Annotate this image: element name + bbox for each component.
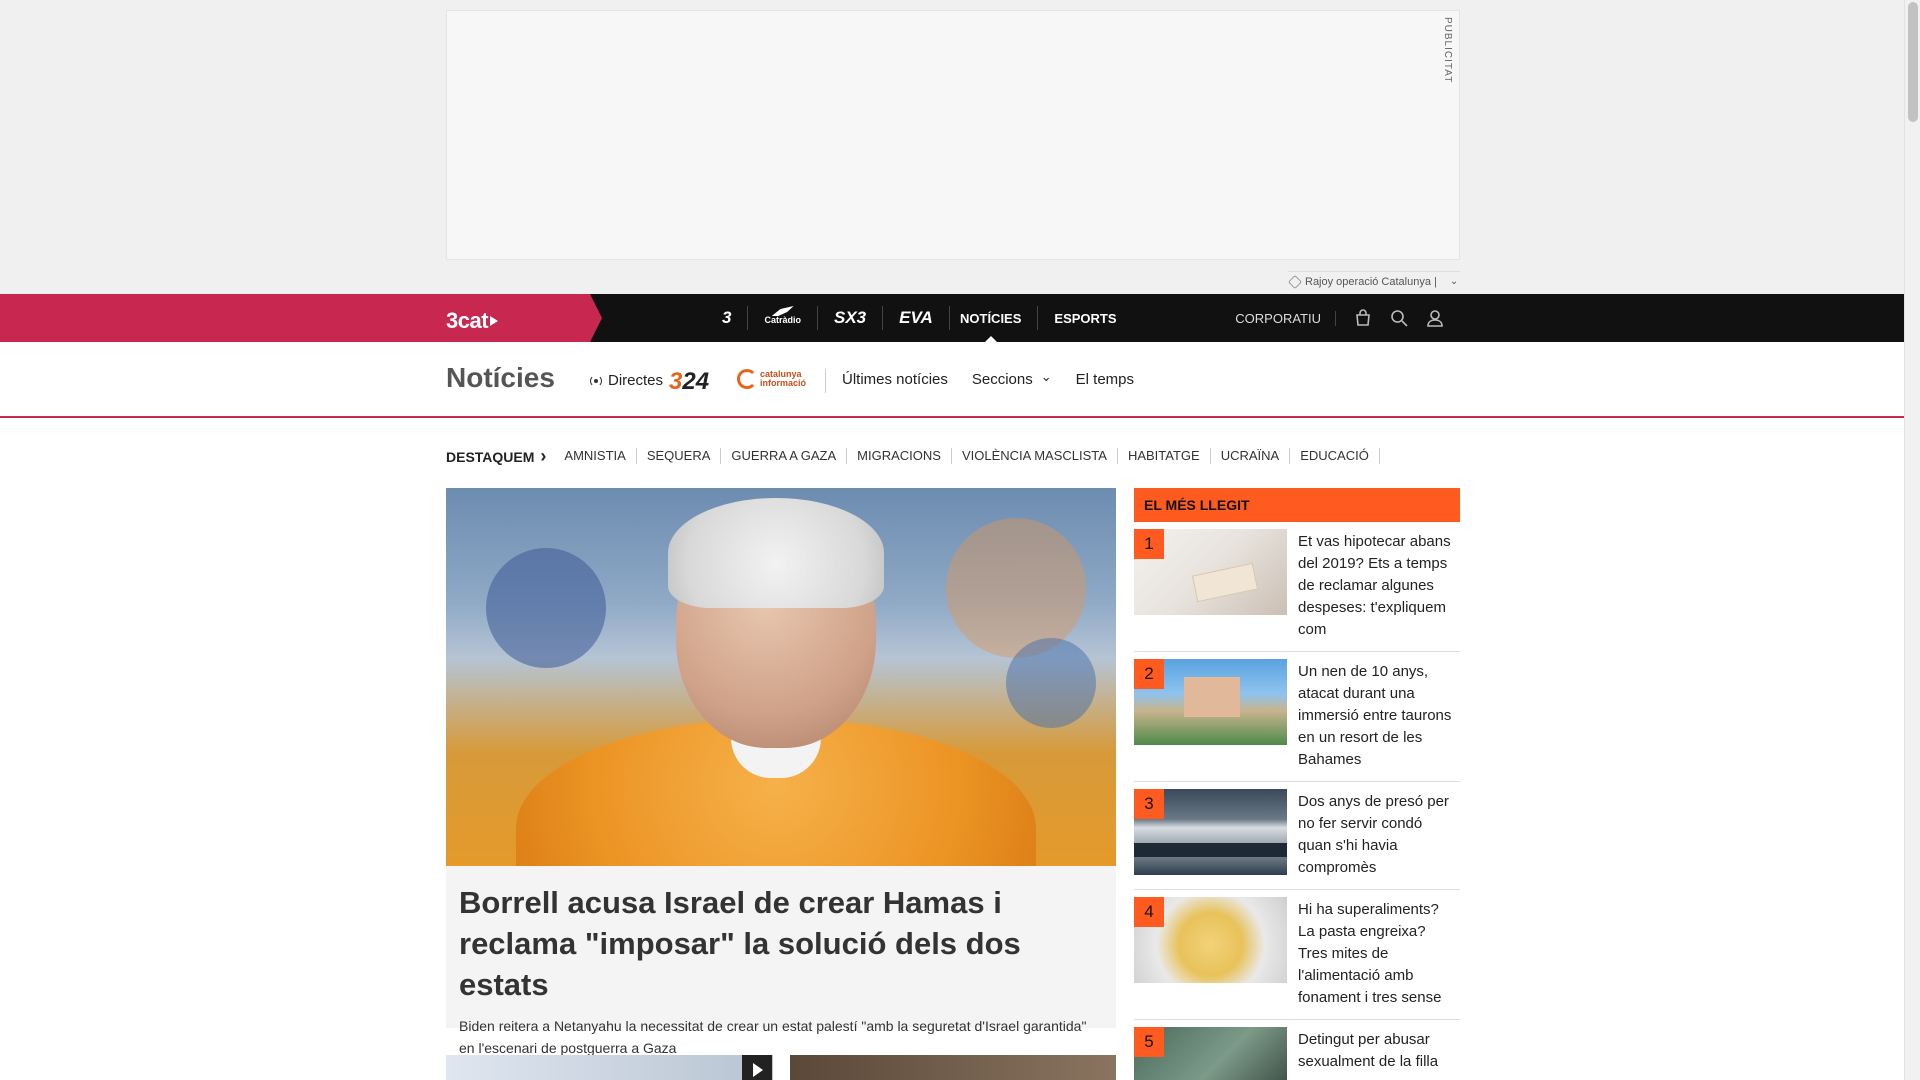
topic-educacio[interactable]: EDUCACIÓ	[1290, 448, 1380, 464]
topic-sequera[interactable]: SEQUERA	[637, 448, 722, 464]
image-bokeh	[486, 548, 606, 668]
most-read: EL MÉS LLEGIT 1 Et vas hipotecar abans d…	[1134, 488, 1460, 1080]
page-title[interactable]: Notícies	[446, 362, 555, 394]
rank-badge: 3	[1134, 789, 1164, 819]
main-links: NOTÍCIES ESPORTS	[944, 294, 1133, 342]
ci-logo-icon	[737, 369, 757, 389]
image-bokeh	[946, 518, 1086, 658]
page-scrollbar[interactable]	[1904, 0, 1920, 1080]
user-icon[interactable]	[1426, 309, 1444, 327]
list-item[interactable]: 4 Hi ha superaliments? La pasta engreixa…	[1134, 890, 1460, 1020]
324-logo-prefix: 3	[669, 368, 683, 395]
topic-habitatge[interactable]: HABITATGE	[1118, 448, 1211, 464]
item-title[interactable]: Dos anys de presó per no fer servir cond…	[1298, 789, 1460, 879]
item-title[interactable]: Hi ha superaliments? La pasta engreixa? …	[1298, 897, 1460, 1009]
channel-tv3[interactable]: 3	[706, 306, 749, 330]
nav-noticies[interactable]: NOTÍCIES	[944, 306, 1037, 342]
topic-violencia-masclista[interactable]: VIOLÈNCIA MASCLISTA	[952, 448, 1118, 464]
ad-label: PUBLICITAT	[1442, 17, 1453, 84]
utility-links: CORPORATIU	[1235, 294, 1444, 342]
play-icon[interactable]	[742, 1055, 772, 1080]
324-logo-suffix: 24	[682, 368, 710, 395]
rank-badge: 2	[1134, 659, 1164, 689]
article-thumbnail[interactable]	[790, 1055, 1116, 1080]
3cat-logo-text: 3cat	[446, 308, 489, 333]
channel-eva[interactable]: EVA	[883, 306, 950, 330]
ad-band: PUBLICITAT Rajoy operació Catalunya | ⌄	[0, 0, 1904, 294]
live-icon	[590, 374, 602, 387]
image-hair	[668, 498, 884, 608]
item-image[interactable]: 5	[1134, 1027, 1287, 1080]
list-item[interactable]: 5 Detingut per abusar sexualment de la f…	[1134, 1020, 1460, 1080]
3cat-logo[interactable]: 3cat	[446, 308, 504, 334]
topic-guerra-gaza[interactable]: GUERRA A GAZA	[721, 448, 848, 464]
list-item[interactable]: 3 Dos anys de presó per no fer servir co…	[1134, 782, 1460, 890]
chevron-down-icon[interactable]: ⌄	[1450, 276, 1458, 287]
search-icon[interactable]	[1390, 309, 1408, 327]
catalunya-informacio-logo[interactable]: catalunya informació	[737, 369, 806, 389]
channel-catradio-label: Catràdio	[764, 315, 801, 325]
item-title[interactable]: Et vas hipotecar abans del 2019? Ets a t…	[1298, 529, 1460, 641]
rank-badge: 1	[1134, 529, 1164, 559]
ad-suggestion-text: Rajoy operació Catalunya |	[1305, 275, 1437, 288]
article-thumbnail[interactable]	[446, 1055, 773, 1080]
link-ultimes-noticies[interactable]: Últimes notícies	[842, 371, 948, 388]
item-image[interactable]: 4	[1134, 897, 1287, 983]
most-read-title: EL MÉS LLEGIT	[1134, 488, 1460, 522]
destaquem-bar: DESTAQUEM AMNISTIA SEQUERA GUERRA A GAZA…	[446, 446, 1380, 466]
topic-ucraina[interactable]: UCRAÏNA	[1211, 448, 1291, 464]
topic-amnistia[interactable]: AMNISTIA	[554, 448, 637, 464]
lead-summary: Biden reitera a Netanyahu la necessitat …	[459, 1018, 1087, 1056]
nav-esports[interactable]: ESPORTS	[1037, 306, 1132, 330]
324-logo[interactable]: 3 24	[669, 368, 709, 396]
arrow-icon	[490, 316, 504, 326]
link-el-temps[interactable]: El temps	[1076, 371, 1134, 388]
destaquem-label[interactable]: DESTAQUEM	[446, 446, 546, 467]
item-image[interactable]: 2	[1134, 659, 1287, 745]
brand-block	[0, 294, 602, 342]
lead-article[interactable]: Borrell acusa Israel de crear Hamas i re…	[446, 488, 1116, 1056]
ci-logo-line2: informació	[760, 378, 807, 388]
top-navigation: 3cat 3 Catràdio SX3 EVA NOTÍCIES ESPORTS…	[0, 294, 1904, 342]
list-item[interactable]: 1 Et vas hipotecar abans del 2019? Ets a…	[1134, 522, 1460, 652]
divider	[825, 369, 826, 393]
scrollbar-thumb[interactable]	[1908, 2, 1918, 122]
section-header: Notícies Directes 3 24 catalunya informa…	[0, 342, 1904, 418]
shop-icon[interactable]	[1354, 309, 1372, 327]
channel-catradio[interactable]: Catràdio	[748, 306, 818, 330]
rank-badge: 4	[1134, 897, 1164, 927]
item-image[interactable]: 3	[1134, 789, 1287, 875]
section-links: Últimes notícies Seccions El temps	[842, 371, 1134, 388]
lead-image[interactable]	[446, 488, 1116, 866]
rank-badge: 5	[1134, 1027, 1164, 1057]
item-title[interactable]: Un nen de 10 anys, atacat durant una imm…	[1298, 659, 1460, 771]
directes-label: Directes	[608, 372, 664, 389]
lead-headline[interactable]: Borrell acusa Israel de crear Hamas i re…	[446, 866, 1116, 1005]
nav-corporatiu[interactable]: CORPORATIU	[1235, 310, 1336, 326]
channel-sx3[interactable]: SX3	[818, 306, 884, 330]
ad-banner[interactable]: PUBLICITAT	[446, 10, 1460, 260]
channel-list: 3 Catràdio SX3 EVA	[706, 294, 950, 342]
directes-link[interactable]: Directes	[590, 372, 663, 389]
item-title[interactable]: Detingut per abusar sexualment de la fil…	[1298, 1027, 1460, 1080]
ad-suggestion[interactable]: Rajoy operació Catalunya | ⌄	[1287, 271, 1460, 291]
list-item[interactable]: 2 Un nen de 10 anys, atacat durant una i…	[1134, 652, 1460, 782]
item-image[interactable]: 1	[1134, 529, 1287, 615]
image-bokeh	[1006, 638, 1096, 728]
link-seccions-dropdown[interactable]: Seccions	[972, 371, 1052, 388]
topic-migracions[interactable]: MIGRACIONS	[847, 448, 952, 464]
tag-icon	[1287, 274, 1303, 289]
